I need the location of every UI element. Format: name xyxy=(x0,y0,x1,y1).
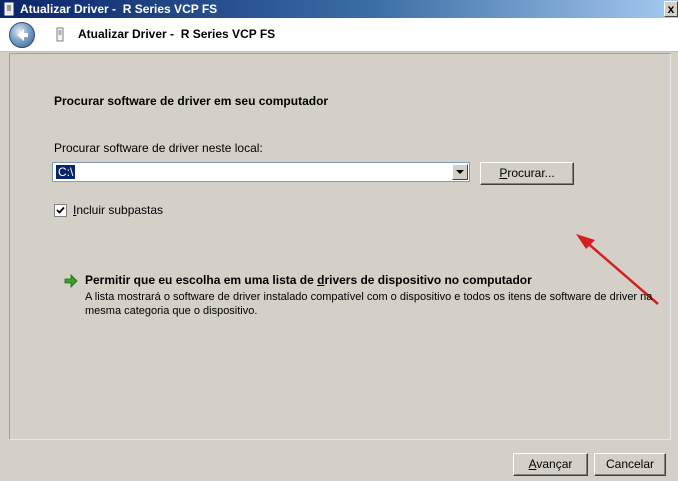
pick-link-before: Permitir que eu escolha em uma lista de xyxy=(85,273,318,287)
chevron-down-icon xyxy=(456,170,464,174)
next-label: vançar xyxy=(536,457,573,471)
checkmark-icon xyxy=(56,206,65,214)
page-heading: Procurar software de driver em seu compu… xyxy=(54,94,329,108)
path-combobox[interactable]: C:\ xyxy=(52,162,470,182)
cancel-button[interactable]: Cancelar xyxy=(594,453,666,476)
wizard-footer: Avançar Cancelar xyxy=(0,441,678,481)
pick-driver-link[interactable]: Permitir que eu escolha em uma lista de … xyxy=(85,273,532,287)
include-subfolders-checkbox[interactable] xyxy=(54,204,67,217)
include-rest: ncluir subpastas xyxy=(76,203,164,217)
usb-device-icon xyxy=(56,27,64,42)
window-title: Atualizar Driver - R Series VCP FS xyxy=(20,2,218,16)
browse-button[interactable]: Procurar... xyxy=(480,162,574,185)
update-driver-window: Atualizar Driver - R Series VCP FS x Atu… xyxy=(0,0,678,481)
back-button[interactable] xyxy=(9,22,35,48)
browse-label: rocurar... xyxy=(507,166,555,180)
green-arrow-icon xyxy=(64,274,78,288)
content-panel: Procurar software de driver em seu compu… xyxy=(9,53,671,440)
back-arrow-icon xyxy=(17,29,28,41)
include-subfolders-label[interactable]: Incluir subpastas xyxy=(73,203,163,217)
next-button[interactable]: Avançar xyxy=(513,453,588,476)
device-icon xyxy=(4,2,14,16)
path-value[interactable]: C:\ xyxy=(56,165,76,179)
wizard-header: Atualizar Driver - R Series VCP FS xyxy=(0,18,678,52)
close-button[interactable]: x xyxy=(664,1,678,17)
location-label: Procurar software de driver neste local: xyxy=(54,141,263,155)
dropdown-button[interactable] xyxy=(452,164,468,180)
pick-driver-description: A lista mostrará o software de driver in… xyxy=(85,291,653,317)
header-title: Atualizar Driver - R Series VCP FS xyxy=(78,27,276,41)
pick-link-after: rivers de dispositivo no computador xyxy=(324,273,532,287)
title-bar[interactable]: Atualizar Driver - R Series VCP FS x xyxy=(0,0,678,18)
